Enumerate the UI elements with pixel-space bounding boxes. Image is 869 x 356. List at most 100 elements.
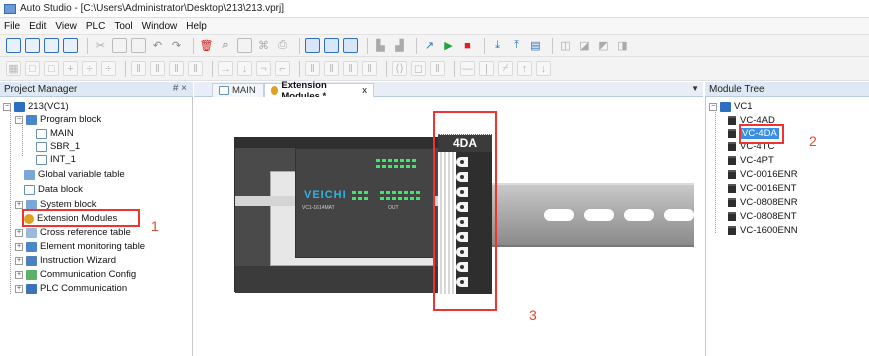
plc-icon: [14, 101, 25, 112]
menu-plc[interactable]: PLC: [86, 21, 105, 32]
copy-icon[interactable]: [112, 38, 127, 53]
module-tree-root[interactable]: − VC1: [709, 100, 752, 113]
module-item-vc-0016enr[interactable]: VC-0016ENR: [728, 168, 798, 181]
module-item-vc-0808enr[interactable]: VC-0808ENR: [728, 196, 798, 209]
contact-no-icon[interactable]: ‖: [131, 61, 146, 76]
collapse-icon[interactable]: −: [15, 115, 23, 124]
paste-icon[interactable]: [131, 38, 146, 53]
line-corner-icon[interactable]: ⌐: [275, 61, 290, 76]
coil-set-icon[interactable]: ‖: [324, 61, 339, 76]
ladder-tool-icon[interactable]: □: [25, 61, 40, 76]
collapse-icon[interactable]: −: [3, 102, 11, 111]
arrow-up-icon[interactable]: ↑: [517, 61, 532, 76]
arrow-down-icon[interactable]: ↓: [536, 61, 551, 76]
line-right-icon[interactable]: →: [218, 61, 233, 76]
menu-help[interactable]: Help: [186, 21, 207, 32]
expand-icon[interactable]: +: [15, 284, 23, 293]
tree-plc-comm[interactable]: + PLC Communication: [15, 282, 127, 295]
menu-file[interactable]: File: [4, 21, 20, 32]
monitor-icon[interactable]: ↗: [422, 38, 437, 53]
rail-slot: [624, 209, 654, 221]
coil-pulse-icon[interactable]: ‖: [362, 61, 377, 76]
replace-icon[interactable]: [237, 38, 252, 53]
close-tab-icon[interactable]: x: [362, 85, 367, 96]
tool-d-icon[interactable]: ◨: [615, 38, 630, 53]
tool-b-icon[interactable]: ◪: [577, 38, 592, 53]
menu-edit[interactable]: Edit: [29, 21, 46, 32]
vline-icon[interactable]: |: [479, 61, 494, 76]
tool-c-icon[interactable]: ◩: [596, 38, 611, 53]
plc-main-unit[interactable]: VEICHI VC1-1614MAT OUT: [234, 137, 440, 293]
view-list-icon[interactable]: [324, 38, 339, 53]
compile-icon[interactable]: ▙: [373, 38, 388, 53]
pin-close-icon[interactable]: # ×: [173, 83, 187, 94]
line-turn-icon[interactable]: ¬: [256, 61, 271, 76]
line-down-icon[interactable]: ↓: [237, 61, 252, 76]
expand-icon[interactable]: +: [15, 270, 23, 279]
tool-a-icon[interactable]: ◫: [558, 38, 573, 53]
delete-row-icon[interactable]: ÷: [101, 61, 116, 76]
compile-all-icon[interactable]: ▟: [392, 38, 407, 53]
contact-p-icon[interactable]: ‖: [169, 61, 184, 76]
func-box-icon[interactable]: ◻: [411, 61, 426, 76]
ladder-tool-icon[interactable]: □: [44, 61, 59, 76]
find-icon[interactable]: ⌕: [218, 38, 233, 53]
tree-cross-ref[interactable]: + Cross reference table: [15, 226, 131, 239]
tree-program-block[interactable]: − Program block: [15, 113, 101, 126]
tree-element-monitor[interactable]: + Element monitoring table: [15, 240, 145, 253]
view-ladder-icon[interactable]: [305, 38, 320, 53]
menu-window[interactable]: Window: [142, 21, 178, 32]
tree-instruction-wizard[interactable]: + Instruction Wizard: [15, 254, 116, 267]
toolbar-divider: [416, 37, 417, 54]
coil-icon[interactable]: ‖: [305, 61, 320, 76]
module-item-vc-1600enn[interactable]: VC-1600ENN: [728, 224, 798, 237]
expand-icon[interactable]: +: [15, 228, 23, 237]
tree-data-block[interactable]: Data block: [24, 183, 83, 196]
compare-icon[interactable]: ⌘: [256, 38, 271, 53]
hline-icon[interactable]: —: [460, 61, 475, 76]
module-icon: [728, 184, 736, 193]
func-block-icon[interactable]: ⟨⟩: [392, 61, 407, 76]
tab-main[interactable]: MAIN: [212, 83, 264, 97]
redo-icon[interactable]: ↷: [169, 38, 184, 53]
print-icon[interactable]: ⎙: [275, 38, 290, 53]
save-icon[interactable]: [44, 38, 59, 53]
contact-nc-icon[interactable]: ‖: [150, 61, 165, 76]
undo-icon[interactable]: ↶: [150, 38, 165, 53]
func-misc-icon[interactable]: ‖: [430, 61, 445, 76]
menu-view[interactable]: View: [55, 21, 77, 32]
module-item-vc-0016ent[interactable]: VC-0016ENT: [728, 182, 797, 195]
tree-sbr[interactable]: SBR_1: [36, 140, 80, 153]
chevron-down-icon[interactable]: ▼: [691, 84, 699, 93]
tree-comm-config[interactable]: + Communication Config: [15, 268, 136, 281]
save-all-icon[interactable]: [63, 38, 78, 53]
view-grid-icon[interactable]: [343, 38, 358, 53]
tree-global-vars[interactable]: Global variable table: [24, 168, 125, 181]
delete-icon[interactable]: 🗑: [199, 38, 214, 53]
plc-mode-icon[interactable]: ▤: [528, 38, 543, 53]
download-icon[interactable]: ⤓: [490, 38, 505, 53]
collapse-icon[interactable]: −: [709, 102, 717, 111]
tree-root[interactable]: − 213(VC1): [3, 100, 69, 113]
menu-tool[interactable]: Tool: [114, 21, 132, 32]
run-icon[interactable]: ▶: [441, 38, 456, 53]
module-item-vc-4pt[interactable]: VC-4PT: [728, 154, 774, 167]
contact-n-icon[interactable]: ‖: [188, 61, 203, 76]
stop-icon[interactable]: ■: [460, 38, 475, 53]
module-item-vc-0808ent[interactable]: VC-0808ENT: [728, 210, 797, 223]
upload-icon[interactable]: ⤒: [509, 38, 524, 53]
expand-icon[interactable]: +: [15, 200, 23, 209]
tree-int[interactable]: INT_1: [36, 153, 76, 166]
new-icon[interactable]: [6, 38, 21, 53]
del-line-icon[interactable]: ⌿: [498, 61, 513, 76]
ladder-tool-icon[interactable]: ▦: [6, 61, 21, 76]
tab-extension-modules[interactable]: Extension Modules * x: [264, 80, 374, 102]
coil-reset-icon[interactable]: ‖: [343, 61, 358, 76]
expand-icon[interactable]: +: [15, 256, 23, 265]
cut-icon[interactable]: ✂: [93, 38, 108, 53]
open-icon[interactable]: [25, 38, 40, 53]
insert-row-icon[interactable]: +: [63, 61, 78, 76]
expand-icon[interactable]: +: [15, 242, 23, 251]
tree-main[interactable]: MAIN: [36, 127, 74, 140]
insert-col-icon[interactable]: ÷: [82, 61, 97, 76]
